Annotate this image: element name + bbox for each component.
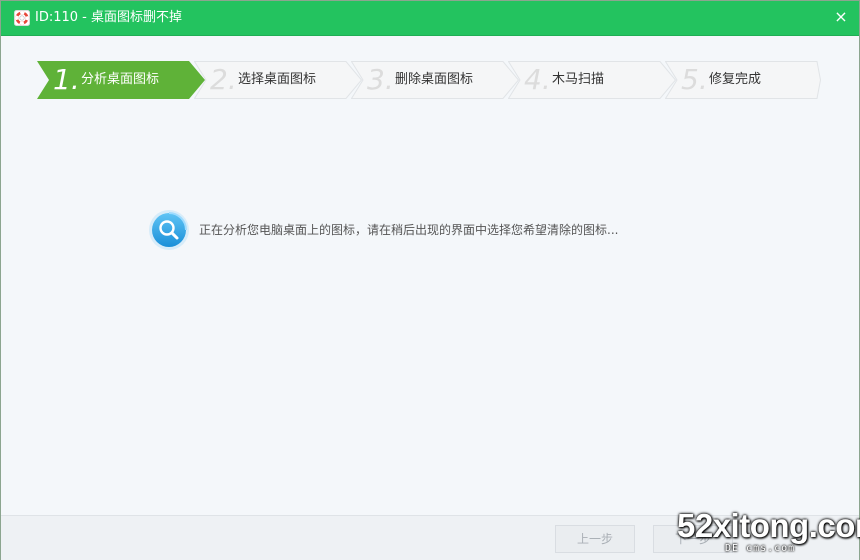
magnifier-icon [149,210,189,250]
step-progress-bar: 1. 分析桌面图标 2. 选择桌面图标 3. 删除桌面图标 4. 木马扫描 5.… [37,61,827,99]
step-2-number: 2. [210,63,237,96]
step-3-number: 3. [367,63,394,96]
step-3-label: 删除桌面图标 [395,72,474,87]
step-4: 4. 木马扫描 [508,61,678,99]
step-4-label: 木马扫描 [552,72,605,87]
prev-step-button[interactable]: 上一步 [555,525,635,553]
close-button[interactable]: × [831,7,851,27]
step-1: 1. 分析桌面图标 [37,61,207,99]
watermark-subtext: DE cms.com [725,543,796,554]
step-2-label: 选择桌面图标 [238,72,317,87]
step-3: 3. 删除桌面图标 [351,61,521,99]
step-5: 5. 修复完成 [665,61,835,99]
step-2: 2. 选择桌面图标 [194,61,364,99]
window-title: ID:110 - 桌面图标删不掉 [35,10,182,25]
close-icon: × [834,7,848,26]
step-1-number: 1. [53,63,80,96]
step-1-label: 分析桌面图标 [81,72,160,87]
step-4-number: 4. [524,63,551,96]
title-bar: ID:110 - 桌面图标删不掉 × [1,1,859,36]
lifebuoy-icon [14,10,30,26]
step-5-label: 修复完成 [709,72,762,87]
status-message: 正在分析您电脑桌面上的图标，请在稍后出现的界面中选择您希望清除的图标... [199,223,619,237]
step-5-number: 5. [681,63,708,96]
app-window: ID:110 - 桌面图标删不掉 × 1. 分析桌面图标 2. 选择桌面图标 3… [0,0,860,560]
watermark-logo: 52xitong.com [677,507,860,544]
